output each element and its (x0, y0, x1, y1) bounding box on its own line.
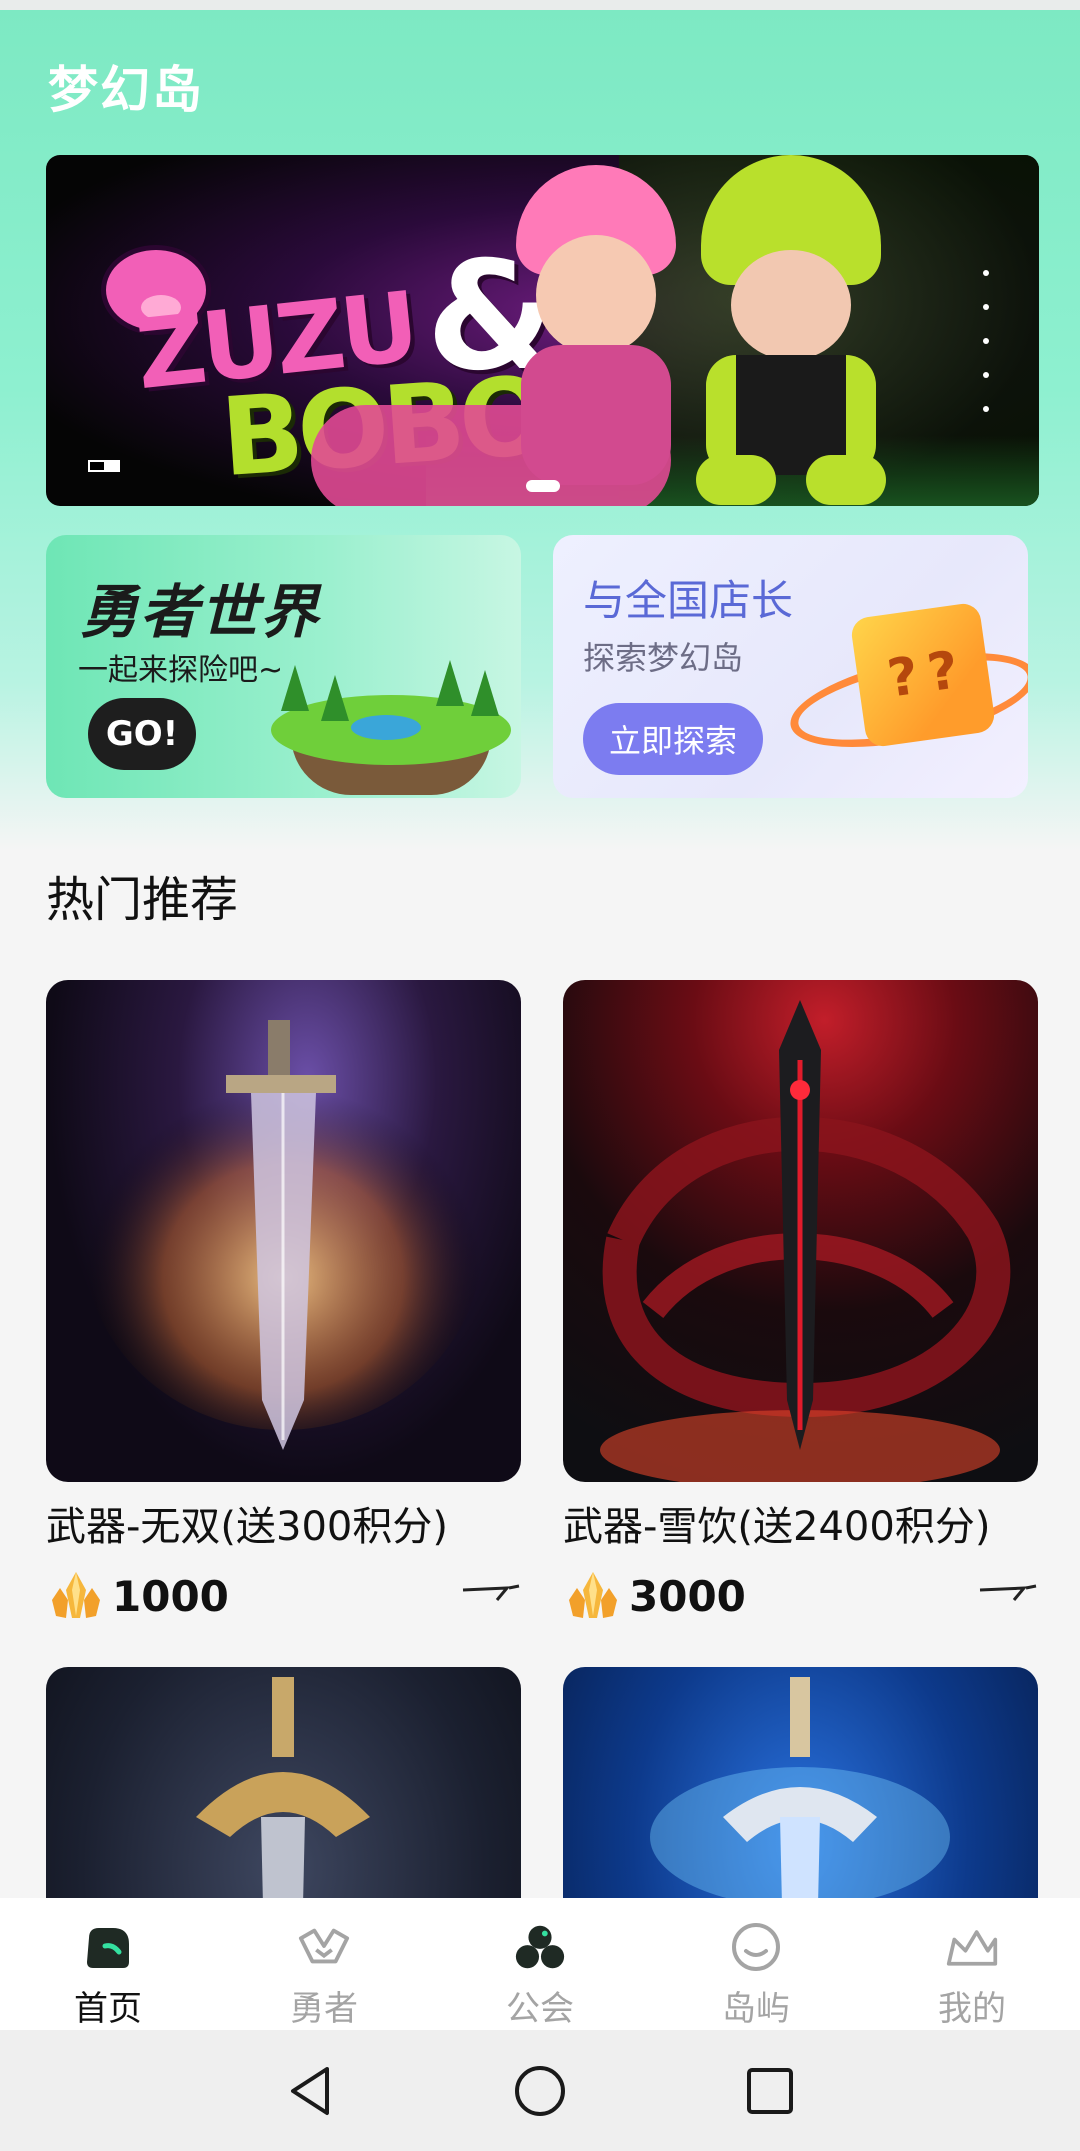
product-image-sword-wushuang[interactable] (46, 980, 521, 1482)
product-title: 武器-无双(送300积分) (46, 1504, 448, 1550)
explore-button[interactable]: 立即探索 (583, 703, 763, 775)
banner-figure-green (686, 155, 896, 506)
more-icon[interactable] (461, 1582, 521, 1602)
section-title-hot: 热门推荐 (46, 872, 239, 928)
carousel-indicator[interactable] (526, 480, 560, 492)
go-button[interactable]: GO! (88, 698, 196, 770)
product-price: 3000 (629, 1572, 746, 1621)
nav-item-profile[interactable]: 我的 (864, 1898, 1080, 2030)
banner-figure-pink (311, 155, 691, 506)
product-price: 1000 (112, 1572, 229, 1621)
floating-island-icon (261, 660, 521, 795)
product-title: 武器-雪饮(送2400积分) (563, 1504, 991, 1550)
promo-title: 勇者世界 (80, 578, 321, 646)
island-icon (729, 1920, 783, 1973)
nav-item-island[interactable]: 岛屿 (648, 1898, 864, 2030)
product-card[interactable]: 武器-雪饮(送2400积分) 3000 (563, 980, 1038, 1624)
banner-carousel[interactable]: ZUZU & BOBO (46, 155, 1039, 506)
nav-label: 公会 (506, 1989, 574, 2029)
nav-label: 首页 (74, 1989, 142, 2029)
banner-decor-dots (983, 270, 989, 412)
promo-card-hero-world[interactable]: 勇者世界 一起来探险吧~ GO! (46, 535, 521, 798)
profile-icon (945, 1920, 999, 1973)
promo-card-explore[interactable]: 与全国店长 探索梦幻岛 立即探索 ?? (553, 535, 1028, 798)
promo-subtitle: 一起来探险吧~ (78, 653, 284, 688)
hero-icon (297, 1920, 351, 1973)
guild-icon (513, 1920, 567, 1973)
system-nav-bar (0, 2030, 1080, 2151)
crystal-icon (52, 1572, 100, 1618)
bottom-nav: 首页 勇者 公会 岛屿 我的 (0, 1898, 1080, 2030)
promo-title: 与全国店长 (583, 576, 794, 625)
promo-subtitle: 探索梦幻岛 (583, 639, 744, 677)
nav-item-hero[interactable]: 勇者 (216, 1898, 432, 2030)
nav-item-home[interactable]: 首页 (0, 1898, 216, 2030)
banner-corner-mark (88, 460, 120, 472)
more-icon[interactable] (978, 1582, 1038, 1602)
home-icon (81, 1920, 135, 1973)
app-title: 梦幻岛 (48, 61, 204, 119)
home-circle-icon[interactable] (510, 2061, 570, 2121)
nav-label: 勇者 (290, 1989, 358, 2029)
mystery-box-icon: ?? (782, 600, 1028, 766)
nav-label: 岛屿 (722, 1989, 790, 2029)
status-bar (0, 0, 1080, 10)
nav-item-guild[interactable]: 公会 (432, 1898, 648, 2030)
nav-label: 我的 (938, 1989, 1006, 2029)
back-icon[interactable] (280, 2061, 340, 2121)
crystal-icon (569, 1572, 617, 1618)
recent-apps-icon[interactable] (740, 2061, 800, 2121)
product-image-sword-xueyin[interactable] (563, 980, 1038, 1482)
product-card[interactable]: 武器-无双(送300积分) 1000 (46, 980, 521, 1624)
